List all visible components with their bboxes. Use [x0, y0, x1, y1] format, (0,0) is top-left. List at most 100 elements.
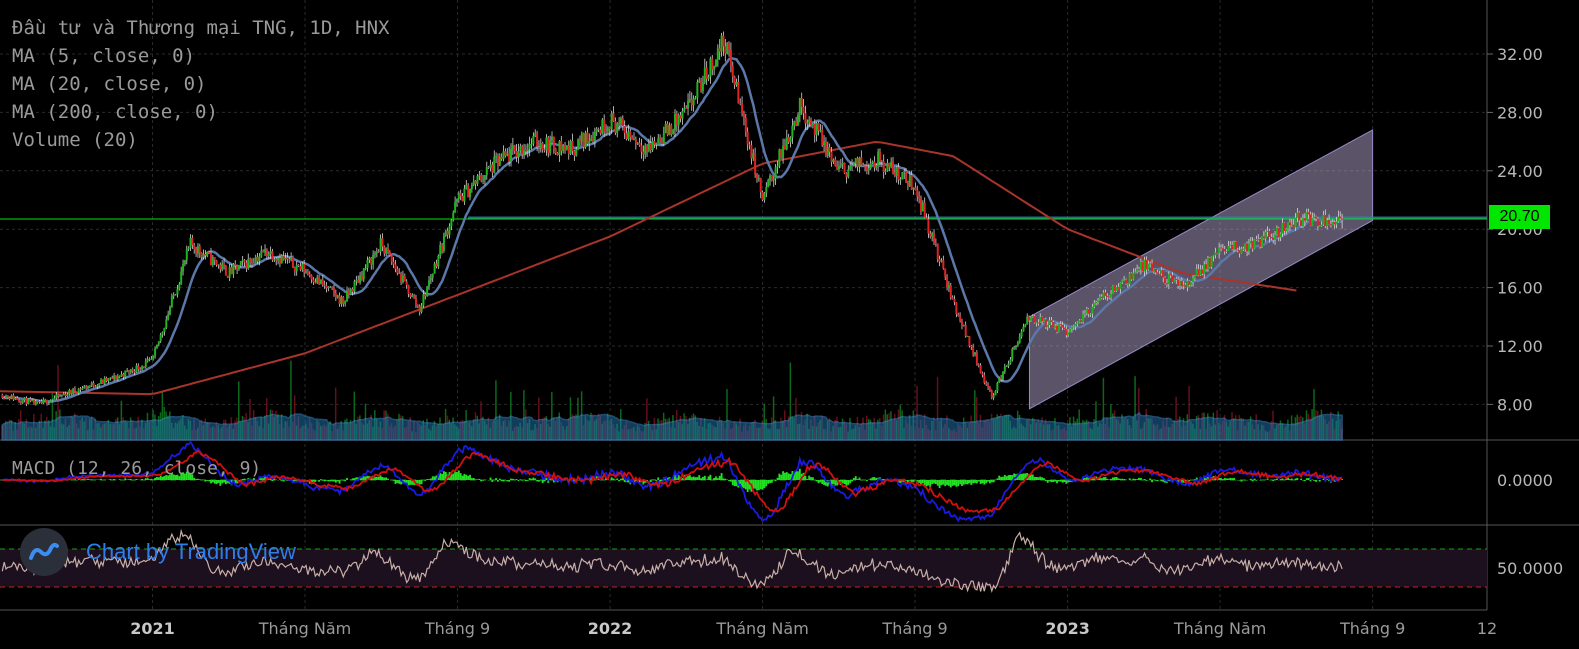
- candle-body: [432, 273, 434, 277]
- macd-histogram-bar: [935, 480, 937, 484]
- candle-body: [547, 138, 549, 153]
- candle-body: [1084, 313, 1086, 314]
- macd-histogram-bar: [846, 480, 848, 486]
- candle-body: [568, 146, 570, 154]
- macd-histogram-bar: [719, 476, 721, 480]
- candle-body: [158, 341, 160, 344]
- candle-body: [380, 238, 382, 251]
- candle-body: [193, 245, 195, 249]
- macd-histogram-bar: [1119, 479, 1121, 480]
- macd-histogram-bar: [383, 478, 385, 480]
- macd-histogram-bar: [1224, 478, 1226, 480]
- time-tick-label: Tháng Năm: [258, 619, 351, 638]
- macd-histogram-bar: [730, 480, 732, 482]
- macd-histogram-bar: [1049, 480, 1051, 481]
- candle-body: [119, 376, 121, 377]
- macd-histogram-bar: [1291, 479, 1293, 480]
- candle-body: [12, 395, 14, 399]
- candle-body: [48, 403, 50, 404]
- candle-body: [570, 141, 572, 154]
- macd-histogram-bar: [613, 478, 615, 480]
- candle-body: [1203, 264, 1205, 274]
- macd-histogram-bar: [478, 479, 480, 480]
- candle-body: [1140, 262, 1142, 270]
- candle-body: [266, 249, 268, 256]
- candle-body: [586, 132, 588, 143]
- macd-histogram-bar: [1255, 480, 1257, 481]
- candle-body: [957, 314, 959, 316]
- candle-body: [812, 124, 814, 125]
- macd-histogram-bar: [1045, 480, 1047, 481]
- candle-body: [1322, 215, 1324, 225]
- candle-body: [1265, 232, 1267, 239]
- candle-body: [922, 203, 924, 212]
- candle-body: [788, 137, 790, 142]
- macd-histogram-bar: [318, 480, 320, 482]
- macd-histogram-bar: [778, 474, 780, 480]
- candle-body: [629, 131, 631, 137]
- candle-body: [1077, 323, 1079, 324]
- tradingview-watermark[interactable]: Chart by TradingView: [20, 528, 296, 576]
- macd-histogram-bar: [89, 479, 91, 480]
- macd-histogram-bar: [1052, 480, 1054, 482]
- macd-histogram-bar: [810, 477, 812, 480]
- candle-body: [253, 263, 255, 264]
- candle-body: [642, 152, 644, 155]
- macd-histogram-bar: [1250, 479, 1252, 480]
- candle-body: [411, 295, 413, 297]
- candle-body: [588, 141, 590, 144]
- candle-body: [1227, 246, 1229, 251]
- candle-body: [1296, 212, 1298, 217]
- macd-histogram-bar: [866, 480, 868, 481]
- candle-body: [5, 396, 7, 398]
- macd-histogram-bar: [955, 480, 957, 487]
- candle-body: [406, 281, 408, 285]
- candle-body: [348, 291, 350, 295]
- candle-body: [810, 120, 812, 125]
- candle-body: [1231, 245, 1233, 250]
- candle-body: [517, 151, 519, 157]
- candle-body: [1293, 225, 1295, 228]
- candle-body: [469, 189, 471, 197]
- candle-body: [96, 385, 98, 386]
- macd-histogram-bar: [702, 477, 704, 480]
- candle-body: [734, 77, 736, 85]
- candle-body: [426, 286, 428, 296]
- candle-body: [961, 321, 963, 325]
- candle-body: [778, 149, 780, 166]
- macd-histogram-bar: [1009, 475, 1011, 480]
- macd-histogram-bar: [812, 477, 814, 480]
- candle-body: [918, 196, 920, 198]
- macd-histogram-bar: [870, 478, 872, 480]
- candle-body: [620, 118, 622, 123]
- candle-body: [538, 147, 540, 148]
- candle-body: [844, 163, 846, 174]
- macd-histogram-bar: [1134, 479, 1136, 480]
- macd-histogram-bar: [1006, 476, 1008, 480]
- candle-body: [499, 157, 501, 166]
- macd-histogram-bar: [717, 478, 719, 480]
- candle-body: [1207, 258, 1209, 269]
- candle-body: [240, 261, 242, 265]
- macd-histogram-bar: [1289, 479, 1291, 480]
- candle-body: [1283, 223, 1285, 231]
- candle-body: [167, 314, 169, 319]
- candle-body: [1099, 297, 1101, 301]
- candle-body: [314, 282, 316, 283]
- macd-histogram-bar: [974, 480, 976, 483]
- macd-histogram-bar: [1021, 474, 1023, 480]
- candle-body: [404, 275, 406, 281]
- candle-body: [1032, 316, 1034, 317]
- macd-histogram-bar: [734, 480, 736, 486]
- candle-body: [926, 218, 928, 219]
- candle-body: [104, 378, 106, 383]
- candle-body: [503, 151, 505, 159]
- candle-body: [762, 192, 764, 200]
- candle-body: [715, 60, 717, 67]
- candle-body: [724, 46, 726, 53]
- macd-histogram-bar: [85, 479, 87, 480]
- candle-body: [1147, 264, 1149, 270]
- macd-histogram-bar: [942, 480, 944, 485]
- candle-body: [1186, 281, 1188, 288]
- candle-body: [1155, 269, 1157, 273]
